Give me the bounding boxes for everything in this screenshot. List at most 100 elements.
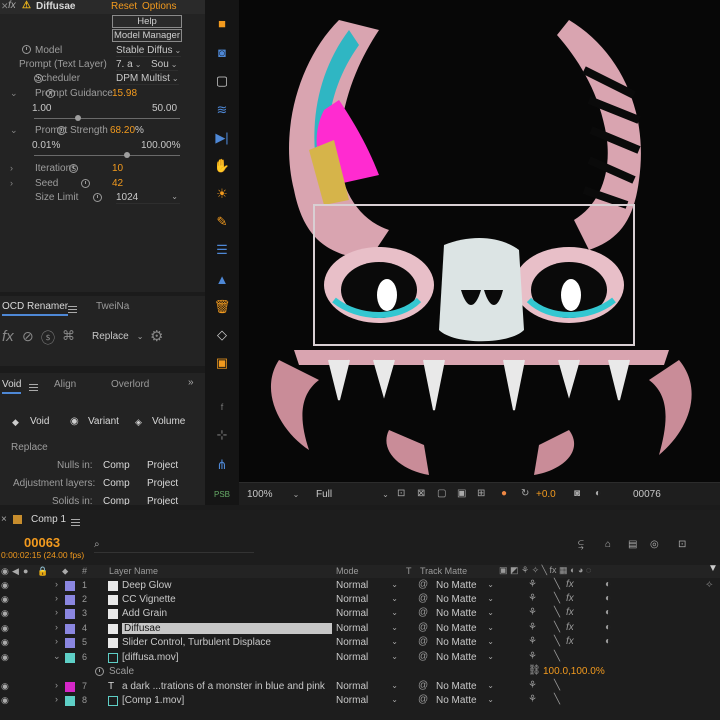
label-color-chip[interactable] xyxy=(65,624,75,634)
signal-icon[interactable]: ≋ xyxy=(213,101,231,119)
radio-void-label[interactable]: Void xyxy=(30,416,49,427)
shy-switch-icon[interactable]: ⚘ xyxy=(528,680,537,691)
visibility-eye-icon[interactable]: ◉ xyxy=(1,637,9,648)
panel-menu-icon[interactable] xyxy=(71,518,80,526)
shy-switch-icon[interactable]: ⚘ xyxy=(528,579,537,590)
diamond-icon[interactable]: ◇ xyxy=(213,326,231,344)
layer-name[interactable]: [Comp 1.mov] xyxy=(122,695,184,706)
crop-frame-icon[interactable]: ▢ xyxy=(213,72,231,90)
track-matte-dropdown[interactable]: No Matte ⌄ xyxy=(436,637,494,648)
effects-switch-icon[interactable]: fx xyxy=(566,622,574,633)
adjust-comp-button[interactable]: Comp xyxy=(103,478,130,489)
label-color-chip[interactable] xyxy=(65,595,75,605)
panel-overflow-icon[interactable]: » xyxy=(188,377,194,388)
iterations-value[interactable]: 10 xyxy=(112,163,123,174)
quality-switch-icon[interactable]: ╲ xyxy=(554,651,560,662)
chevron-right-icon[interactable]: › xyxy=(55,680,58,690)
chevron-down-icon[interactable]: ⌄ xyxy=(53,651,61,662)
visibility-eye-icon[interactable]: ◉ xyxy=(1,681,9,692)
tab-overlord[interactable]: Overlord xyxy=(111,379,149,390)
chevron-right-icon[interactable]: › xyxy=(55,622,58,632)
puzzle-icon[interactable]: ⌘ xyxy=(62,328,75,344)
size-limit-dropdown[interactable]: 1024 ⌄ xyxy=(116,192,180,204)
label-color-chip[interactable] xyxy=(65,682,75,692)
visibility-eye-icon[interactable]: ◉ xyxy=(1,580,9,591)
solo-icon[interactable]: ● xyxy=(23,566,28,576)
color-wheel-icon[interactable]: ● xyxy=(501,488,507,499)
blend-mode-dropdown[interactable]: Normal ⌄ xyxy=(336,637,398,648)
stopwatch-icon[interactable] xyxy=(22,45,31,54)
label-color-chip[interactable] xyxy=(65,638,75,648)
keyframe-nav-icon[interactable]: ⟡ xyxy=(706,579,713,590)
tab-comp-1[interactable]: Comp 1 xyxy=(31,514,66,525)
effects-switch-icon[interactable]: fx xyxy=(566,593,574,604)
label-color-chip[interactable] xyxy=(65,696,75,706)
shy-switch-icon[interactable]: ⚘ xyxy=(528,622,537,633)
track-matte-dropdown[interactable]: No Matte ⌄ xyxy=(436,608,494,619)
adjustment-switch-icon[interactable]: ◐ xyxy=(605,636,611,647)
visibility-eye-icon[interactable]: ◉ xyxy=(1,608,9,619)
visibility-eye-icon[interactable]: ◉ xyxy=(1,695,9,706)
radio-volume-label[interactable]: Volume xyxy=(152,416,185,427)
chevron-right-icon[interactable]: › xyxy=(55,607,58,617)
guidance-slider-track[interactable] xyxy=(34,118,180,119)
strength-slider-track[interactable] xyxy=(34,155,180,156)
blend-mode-dropdown[interactable]: Normal ⌄ xyxy=(336,580,398,591)
pencil-icon[interactable]: ✎ xyxy=(213,213,231,231)
snapshot-camera-icon[interactable]: ◙ xyxy=(574,488,580,499)
prompt-source-dropdown[interactable]: Sou ⌄ xyxy=(151,59,178,71)
track-matte-dropdown[interactable]: No Matte ⌄ xyxy=(436,580,494,591)
pickwhip-icon[interactable]: @ xyxy=(418,694,428,705)
layer-name[interactable]: Add Grain xyxy=(122,608,167,619)
strength-slider-knob[interactable] xyxy=(124,152,130,158)
nulls-comp-button[interactable]: Comp xyxy=(103,460,130,471)
label-color-chip[interactable] xyxy=(65,609,75,619)
fx-icon[interactable]: fx xyxy=(2,328,14,345)
pickwhip-icon[interactable]: @ xyxy=(418,651,428,662)
no-symbol-icon[interactable]: ⊘ xyxy=(22,328,34,345)
seed-value[interactable]: 42 xyxy=(112,178,123,189)
guidance-slider-knob[interactable] xyxy=(75,115,81,121)
pickwhip-icon[interactable]: @ xyxy=(418,579,428,590)
stopwatch-icon[interactable] xyxy=(92,193,102,202)
reset-link[interactable]: Reset xyxy=(111,1,137,12)
adjust-project-button[interactable]: Project xyxy=(147,478,178,489)
tab-ocd-renamer[interactable]: OCD Renamer xyxy=(2,301,69,316)
close-icon[interactable]: × xyxy=(1,514,7,525)
comp-flowchart-icon[interactable]: ⥹ xyxy=(578,539,584,550)
exposure-reset-icon[interactable]: ↻ xyxy=(521,488,529,499)
info-icon[interactable]: f xyxy=(213,398,231,416)
solids-comp-button[interactable]: Comp xyxy=(103,496,130,505)
transparency-grid-icon[interactable]: ⊠ xyxy=(417,488,425,499)
video-camera-icon[interactable]: ■ xyxy=(213,14,231,32)
effects-switch-icon[interactable]: fx xyxy=(566,607,574,618)
current-frame[interactable]: 00076 xyxy=(633,489,661,500)
panel-menu-icon[interactable] xyxy=(29,383,38,391)
nulls-project-button[interactable]: Project xyxy=(147,460,178,471)
expand-chevron-icon[interactable]: › xyxy=(10,178,13,188)
quality-switch-icon[interactable]: ╲ xyxy=(554,694,560,705)
blend-mode-dropdown[interactable]: Normal ⌄ xyxy=(336,608,398,619)
expand-chevron-icon[interactable]: › xyxy=(10,163,13,173)
options-link[interactable]: Options xyxy=(142,1,176,12)
col-layer-name[interactable]: Layer Name xyxy=(109,566,158,576)
col-mode[interactable]: Mode xyxy=(336,566,359,576)
lock-icon[interactable]: 🔒 xyxy=(37,566,48,577)
quality-switch-icon[interactable]: ╲ xyxy=(554,636,560,647)
audio-icon[interactable]: ◀ xyxy=(12,566,19,577)
quality-switch-icon[interactable]: ╲ xyxy=(554,680,560,691)
layer-name[interactable]: Diffusae xyxy=(122,623,332,634)
pickwhip-icon[interactable]: @ xyxy=(418,680,428,691)
panel-menu-icon[interactable] xyxy=(68,305,77,313)
replace-dropdown[interactable]: Replace ⌄ xyxy=(92,331,143,342)
chevron-right-icon[interactable]: › xyxy=(55,579,58,589)
table-row[interactable]: ◉ ⌄ 6 [diffusa.mov] Normal ⌄ @ No Matte ⌄ … xyxy=(0,651,720,665)
link-icon[interactable]: ⛓ xyxy=(528,665,541,676)
crosshair-icon[interactable]: ⊹ xyxy=(213,426,231,444)
show-snapshot-icon[interactable]: ◐ xyxy=(595,488,601,499)
psb-icon[interactable]: PSB xyxy=(213,485,231,503)
table-row[interactable]: ◉ › 8 [Comp 1.mov] Normal ⌄ @ No Matte ⌄ ⚘… xyxy=(0,694,720,708)
safe-margins-icon[interactable]: ▣ xyxy=(457,488,466,499)
radio-void-icon[interactable]: ◆ xyxy=(12,417,19,428)
strength-value[interactable]: 68.20 xyxy=(110,125,135,136)
